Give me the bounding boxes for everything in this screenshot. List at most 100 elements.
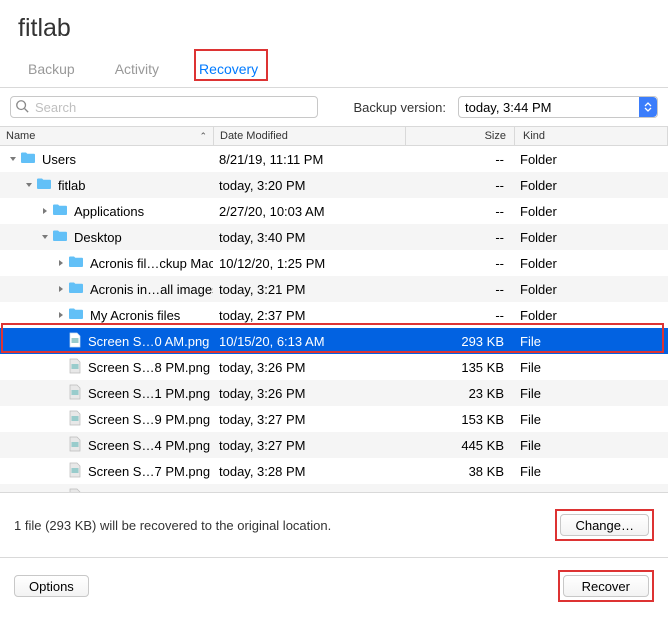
item-size: -- [404,152,512,167]
item-kind: File [512,464,668,479]
item-size: 153 KB [404,412,512,427]
item-size: 38 KB [404,464,512,479]
folder-row[interactable]: fitlabtoday, 3:20 PM--Folder [0,172,668,198]
file-row[interactable]: Screen S…0 AM.png10/15/20, 6:13 AM293 KB… [0,328,668,354]
file-row[interactable]: Screen S…8 PM.pngtoday, 3:26 PM135 KBFil… [0,354,668,380]
disclosure-right-icon[interactable] [40,206,50,216]
column-size[interactable]: Size [406,130,514,142]
item-name: My Acronis files [90,308,180,323]
item-kind: Folder [512,256,668,271]
item-name: Acronis fil…ckup Mac [90,256,213,271]
annotation-highlight: Recover [558,570,654,602]
item-kind: File [512,334,668,349]
disclosure-none-icon [56,466,66,476]
file-row[interactable]: Screen S…4 PM.pngtoday, 3:27 PM445 KBFil… [0,432,668,458]
item-name: Screen S…8 PM.png [88,360,210,375]
item-date: today, 3:27 PM [213,412,404,427]
tab-backup[interactable]: Backup [22,57,81,87]
item-date: today, 3:20 PM [213,178,404,193]
disclosure-down-icon[interactable] [24,180,34,190]
file-row[interactable]: Screen S…7 PM.pngtoday, 3:30 PM39 KBFile [0,484,668,492]
folder-icon [52,203,74,219]
tab-bar: Backup Activity Recovery [18,57,650,87]
backup-version-value: today, 3:44 PM [465,100,551,115]
item-kind: Folder [512,282,668,297]
search-input[interactable] [10,96,318,118]
item-name: Applications [74,204,144,219]
backup-version-select[interactable]: today, 3:44 PM [458,96,658,118]
disclosure-down-icon[interactable] [8,154,18,164]
file-icon [68,384,88,403]
item-date: today, 3:21 PM [213,282,404,297]
item-name: Screen S…7 PM.png [88,464,210,479]
item-size: 39 KB [404,490,512,493]
column-name[interactable]: Name ⌃ [0,130,213,142]
folder-icon [52,229,74,245]
annotation-highlight: Change… [555,509,654,541]
item-size: 135 KB [404,360,512,375]
file-icon [68,358,88,377]
change-button[interactable]: Change… [560,514,649,536]
file-row[interactable]: Screen S…1 PM.pngtoday, 3:26 PM23 KBFile [0,380,668,406]
item-date: today, 3:27 PM [213,438,404,453]
item-size: 23 KB [404,386,512,401]
folder-row[interactable]: Acronis in…all imagestoday, 3:21 PM--Fol… [0,276,668,302]
column-kind[interactable]: Kind [515,130,667,142]
file-tree[interactable]: Users8/21/19, 11:11 PM--Folderfitlabtoda… [0,146,668,492]
item-date: today, 3:26 PM [213,360,404,375]
item-date: today, 2:37 PM [213,308,404,323]
folder-icon [68,307,90,323]
item-size: -- [404,230,512,245]
file-icon [68,410,88,429]
item-size: -- [404,256,512,271]
item-date: today, 3:30 PM [213,490,404,493]
item-date: today, 3:40 PM [213,230,404,245]
disclosure-right-icon[interactable] [56,258,66,268]
sort-arrow-icon: ⌃ [199,131,207,142]
file-row[interactable]: Screen S…7 PM.pngtoday, 3:28 PM38 KBFile [0,458,668,484]
item-name: Screen S…4 PM.png [88,438,210,453]
tab-recovery[interactable]: Recovery [193,57,264,87]
item-size: -- [404,178,512,193]
disclosure-down-icon[interactable] [40,232,50,242]
file-icon [68,462,88,481]
disclosure-right-icon[interactable] [56,284,66,294]
item-size: -- [404,204,512,219]
file-icon [68,436,88,455]
folder-icon [68,281,90,297]
item-size: -- [404,282,512,297]
options-button[interactable]: Options [14,575,89,597]
folder-row[interactable]: Applications2/27/20, 10:03 AM--Folder [0,198,668,224]
column-date[interactable]: Date Modified [214,130,405,142]
column-name-label: Name [6,130,35,142]
item-size: 293 KB [404,334,512,349]
item-kind: File [512,438,668,453]
folder-icon [68,255,90,271]
folder-row[interactable]: My Acronis filestoday, 2:37 PM--Folder [0,302,668,328]
item-date: today, 3:28 PM [213,464,404,479]
disclosure-none-icon [56,388,66,398]
folder-row[interactable]: Users 8/21/19, 11:11 PM--Folder [0,146,668,172]
tab-activity[interactable]: Activity [109,57,165,87]
item-kind: Folder [512,152,668,167]
item-name: Desktop [74,230,122,245]
item-name: Users [42,152,76,167]
item-date: today, 3:26 PM [213,386,404,401]
disclosure-right-icon[interactable] [56,310,66,320]
item-date: 8/21/19, 11:11 PM [213,152,404,167]
recover-button[interactable]: Recover [563,575,649,597]
select-arrows-icon [639,97,657,117]
item-name: Screen S…0 AM.png [88,334,209,349]
file-row[interactable]: Screen S…9 PM.pngtoday, 3:27 PM153 KBFil… [0,406,668,432]
file-icon [68,332,88,351]
page-title: fitlab [18,14,650,43]
disclosure-none-icon [56,440,66,450]
table-header: Name ⌃ Date Modified Size Kind [0,126,668,146]
item-size: 445 KB [404,438,512,453]
file-icon [68,488,88,493]
item-kind: Folder [512,204,668,219]
folder-row[interactable]: Acronis fil…ckup Mac10/12/20, 1:25 PM--F… [0,250,668,276]
item-kind: File [512,386,668,401]
folder-row[interactable]: Desktoptoday, 3:40 PM--Folder [0,224,668,250]
disclosure-none-icon [56,414,66,424]
